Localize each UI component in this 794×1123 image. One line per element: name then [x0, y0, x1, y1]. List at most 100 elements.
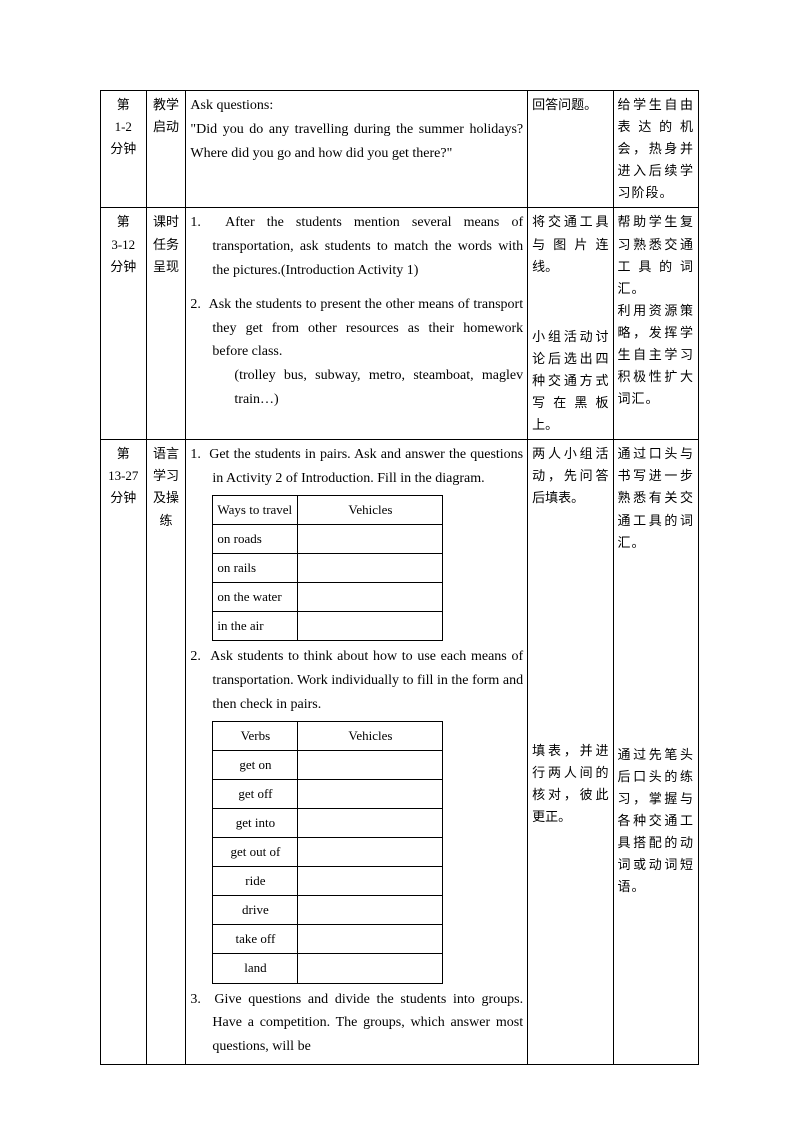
list-item: 2. Ask the students to present the other… [190, 293, 523, 412]
table-cell: get out of [213, 838, 298, 867]
label-cell: 课时任务呈现 [146, 208, 186, 440]
ways-table: Ways to travel Vehicles on roads on rail… [212, 495, 443, 641]
label-text: 课时任务呈现 [151, 211, 182, 277]
time-text: 第3-12分钟 [105, 211, 142, 277]
list-item: 1. Get the students in pairs. Ask and an… [190, 443, 523, 491]
table-row: land [213, 954, 443, 983]
table-cell: drive [213, 896, 298, 925]
numbered-list: 2. Ask students to think about how to us… [190, 645, 523, 716]
table-cell [298, 838, 443, 867]
label-text: 教学启动 [151, 94, 182, 138]
table-cell: get off [213, 779, 298, 808]
purpose-text: 给学生自由表达的机会，热身并进入后续学习阶段。 [618, 97, 694, 200]
list-item: 1. After the students mention several me… [190, 211, 523, 282]
numbered-list: 1. Get the students in pairs. Ask and an… [190, 443, 523, 491]
item-text: Ask the students to present the other me… [209, 297, 524, 360]
content-intro: Ask questions: [190, 94, 523, 118]
table-header: Vehicles [298, 721, 443, 750]
table-cell [298, 896, 443, 925]
table-header: Verbs [213, 721, 298, 750]
table-cell [298, 583, 443, 612]
purpose-cell: 帮助学生复习熟悉交通工具的词汇。 利用资源策略，发挥学生自主学习积极性扩大词汇。 [613, 208, 698, 440]
table-cell: get on [213, 750, 298, 779]
table-row: get on [213, 750, 443, 779]
table-cell [298, 954, 443, 983]
verbs-table: Verbs Vehicles get on get off get into g… [212, 721, 443, 984]
table-row: ride [213, 867, 443, 896]
table-row: 第1-2分钟 教学启动 Ask questions: "Did you do a… [101, 91, 699, 208]
item-text: After the students mention several means… [212, 215, 523, 278]
activity-text: 小组活动讨论后选出四种交通方式写在黑板上。 [532, 326, 608, 436]
table-row: in the air [213, 612, 443, 641]
activity-cell: 两人小组活动，先问答后填表。 填表，并进行两人间的核对，彼此更正。 [528, 440, 613, 1065]
table-row: take off [213, 925, 443, 954]
table-cell: take off [213, 925, 298, 954]
purpose-cell: 给学生自由表达的机会，热身并进入后续学习阶段。 [613, 91, 698, 208]
numbered-list: 3. Give questions and divide the student… [190, 988, 523, 1059]
lesson-plan-table: 第1-2分钟 教学启动 Ask questions: "Did you do a… [100, 90, 699, 1065]
table-cell: get into [213, 808, 298, 837]
table-row: Ways to travel Vehicles [213, 495, 443, 524]
table-row: on rails [213, 554, 443, 583]
table-cell [298, 808, 443, 837]
table-cell [298, 524, 443, 553]
table-row: on the water [213, 583, 443, 612]
time-text: 第1-2分钟 [105, 94, 142, 160]
table-cell [298, 925, 443, 954]
spacer [532, 510, 608, 740]
table-row: drive [213, 896, 443, 925]
table-row: on roads [213, 524, 443, 553]
activity-cell: 回答问题。 [528, 91, 613, 208]
activity-text: 两人小组活动，先问答后填表。 [532, 443, 608, 509]
table-row: get off [213, 779, 443, 808]
item-text: Ask students to think about how to use e… [210, 649, 523, 712]
list-item: 2. Ask students to think about how to us… [190, 645, 523, 716]
table-row: 第13-27分钟 语言学习及操练 1. Get the students in … [101, 440, 699, 1065]
numbered-list: 2. Ask the students to present the other… [190, 293, 523, 412]
content-cell: 1. Get the students in pairs. Ask and an… [186, 440, 528, 1065]
item-text: Give questions and divide the students i… [212, 992, 523, 1055]
time-cell: 第1-2分钟 [101, 91, 147, 208]
label-text: 语言学习及操练 [151, 443, 182, 531]
spacer [618, 554, 694, 744]
table-cell [298, 750, 443, 779]
table-row: get into [213, 808, 443, 837]
activity-text: 填表，并进行两人间的核对，彼此更正。 [532, 740, 608, 828]
item-extra: (trolley bus, subway, metro, steamboat, … [212, 364, 523, 412]
purpose-cell: 通过口头与书写进一步熟悉有关交通工具的词汇。 通过先笔头后口头的练习，掌握与各种… [613, 440, 698, 1065]
table-row: 第3-12分钟 课时任务呈现 1. After the students men… [101, 208, 699, 440]
activity-text: 回答问题。 [532, 97, 597, 112]
table-cell [298, 867, 443, 896]
numbered-list: 1. After the students mention several me… [190, 211, 523, 282]
table-cell [298, 554, 443, 583]
label-cell: 教学启动 [146, 91, 186, 208]
table-cell: land [213, 954, 298, 983]
time-text: 第13-27分钟 [105, 443, 142, 509]
table-row: get out of [213, 838, 443, 867]
table-header: Vehicles [298, 495, 443, 524]
time-cell: 第13-27分钟 [101, 440, 147, 1065]
spacer [532, 278, 608, 326]
content-cell: Ask questions: "Did you do any travellin… [186, 91, 528, 208]
table-cell [298, 612, 443, 641]
table-cell: in the air [213, 612, 298, 641]
table-cell: on the water [213, 583, 298, 612]
table-cell: on rails [213, 554, 298, 583]
purpose-text: 通过口头与书写进一步熟悉有关交通工具的词汇。 [618, 443, 694, 553]
table-row: Verbs Vehicles [213, 721, 443, 750]
item-text: Get the students in pairs. Ask and answe… [209, 447, 523, 486]
time-cell: 第3-12分钟 [101, 208, 147, 440]
activity-cell: 将交通工具与图片连线。 小组活动讨论后选出四种交通方式写在黑板上。 [528, 208, 613, 440]
activity-text: 将交通工具与图片连线。 [532, 211, 608, 277]
content-question: "Did you do any travelling during the su… [190, 118, 523, 166]
table-header: Ways to travel [213, 495, 298, 524]
purpose-text: 通过先笔头后口头的练习，掌握与各种交通工具搭配的动词或动词短语。 [618, 744, 694, 899]
purpose-text: 利用资源策略，发挥学生自主学习积极性扩大词汇。 [618, 300, 694, 410]
list-item: 3. Give questions and divide the student… [190, 988, 523, 1059]
content-cell: 1. After the students mention several me… [186, 208, 528, 440]
table-cell: ride [213, 867, 298, 896]
table-cell: on roads [213, 524, 298, 553]
table-cell [298, 779, 443, 808]
purpose-text: 帮助学生复习熟悉交通工具的词汇。 [618, 211, 694, 299]
label-cell: 语言学习及操练 [146, 440, 186, 1065]
